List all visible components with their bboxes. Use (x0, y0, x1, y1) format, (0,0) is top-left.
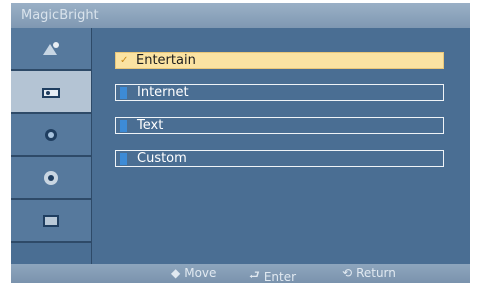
return-icon: ⟲ (342, 266, 353, 280)
item-marker-icon (120, 119, 127, 132)
enter-icon: ⮐ (249, 268, 260, 282)
sidebar-item-magicbright[interactable] (11, 71, 91, 114)
footer-enter-label: Enter (263, 269, 297, 284)
menu-item-internet[interactable]: Internet (115, 84, 444, 101)
check-icon: ✓ (120, 54, 129, 66)
footer-return: ⟲ Return (342, 266, 396, 280)
menu-title: MagicBright (21, 8, 99, 23)
information-icon (43, 214, 59, 227)
sidebar-item-information[interactable] (11, 200, 91, 243)
title-bar: MagicBright (11, 3, 470, 28)
menu-item-label: Entertain (136, 53, 196, 68)
footer-move: ◆ Move (171, 266, 216, 280)
footer-move-label: Move (184, 266, 217, 280)
footer-enter: ⮐ Enter (249, 266, 296, 287)
menu-item-text[interactable]: Text (115, 117, 444, 134)
osd-window: MagicBright ✓ Entertain Internet Text Cu… (11, 3, 470, 284)
item-marker-icon (120, 152, 127, 165)
menu-item-entertain[interactable]: ✓ Entertain (115, 52, 444, 69)
menu-item-label: Custom (137, 151, 187, 166)
sidebar-item-setup[interactable] (11, 157, 91, 200)
color-icon (45, 128, 57, 141)
item-marker-icon (120, 86, 127, 99)
move-arrows-icon: ◆ (171, 266, 181, 280)
menu-item-label: Text (137, 118, 164, 133)
footer-return-label: Return (356, 266, 396, 280)
magicbright-icon (42, 87, 60, 98)
sidebar (11, 28, 92, 264)
picture-icon (43, 41, 59, 55)
menu-item-custom[interactable]: Custom (115, 150, 444, 167)
sidebar-item-color[interactable] (11, 114, 91, 157)
footer-bar: ◆ Move ⮐ Enter ⟲ Return (11, 264, 470, 284)
menu-item-label: Internet (137, 85, 189, 100)
setup-gear-icon (44, 170, 58, 185)
sidebar-item-picture[interactable] (11, 28, 91, 71)
